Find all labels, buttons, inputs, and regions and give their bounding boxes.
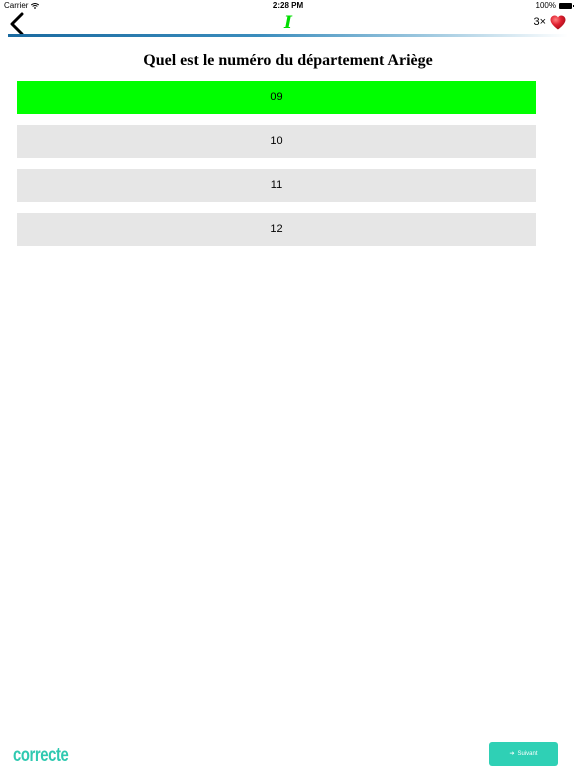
skip-icon: ➔ xyxy=(509,751,515,757)
answer-option-2[interactable]: 10 xyxy=(17,125,536,158)
answer-list: 09 10 11 12 xyxy=(17,81,536,257)
answer-option-1[interactable]: 09 xyxy=(17,81,536,114)
quiz-screen: Carrier 2:28 PM 100% I 3× Quel est le nu… xyxy=(0,0,576,768)
answer-option-4[interactable]: 12 xyxy=(17,213,536,246)
battery-percent: 100% xyxy=(535,1,556,10)
heart-icon xyxy=(550,15,566,29)
status-bar: Carrier 2:28 PM 100% xyxy=(0,0,576,12)
result-label: correcte xyxy=(13,745,69,766)
question-title: Quel est le numéro du département Ariège xyxy=(143,52,433,69)
lives-count: 3× xyxy=(533,16,546,28)
next-button-label: Suivant xyxy=(517,751,538,757)
answer-option-3[interactable]: 11 xyxy=(17,169,536,202)
lives-indicator: 3× xyxy=(533,12,566,32)
status-right: 100% xyxy=(535,0,574,12)
next-button[interactable]: ➔ Suivant xyxy=(489,742,558,766)
nav-divider xyxy=(8,34,568,37)
battery-icon xyxy=(559,3,574,9)
status-time: 2:28 PM xyxy=(272,1,304,10)
nav-bar: I 3× xyxy=(0,12,576,37)
app-logo: I xyxy=(284,13,292,33)
